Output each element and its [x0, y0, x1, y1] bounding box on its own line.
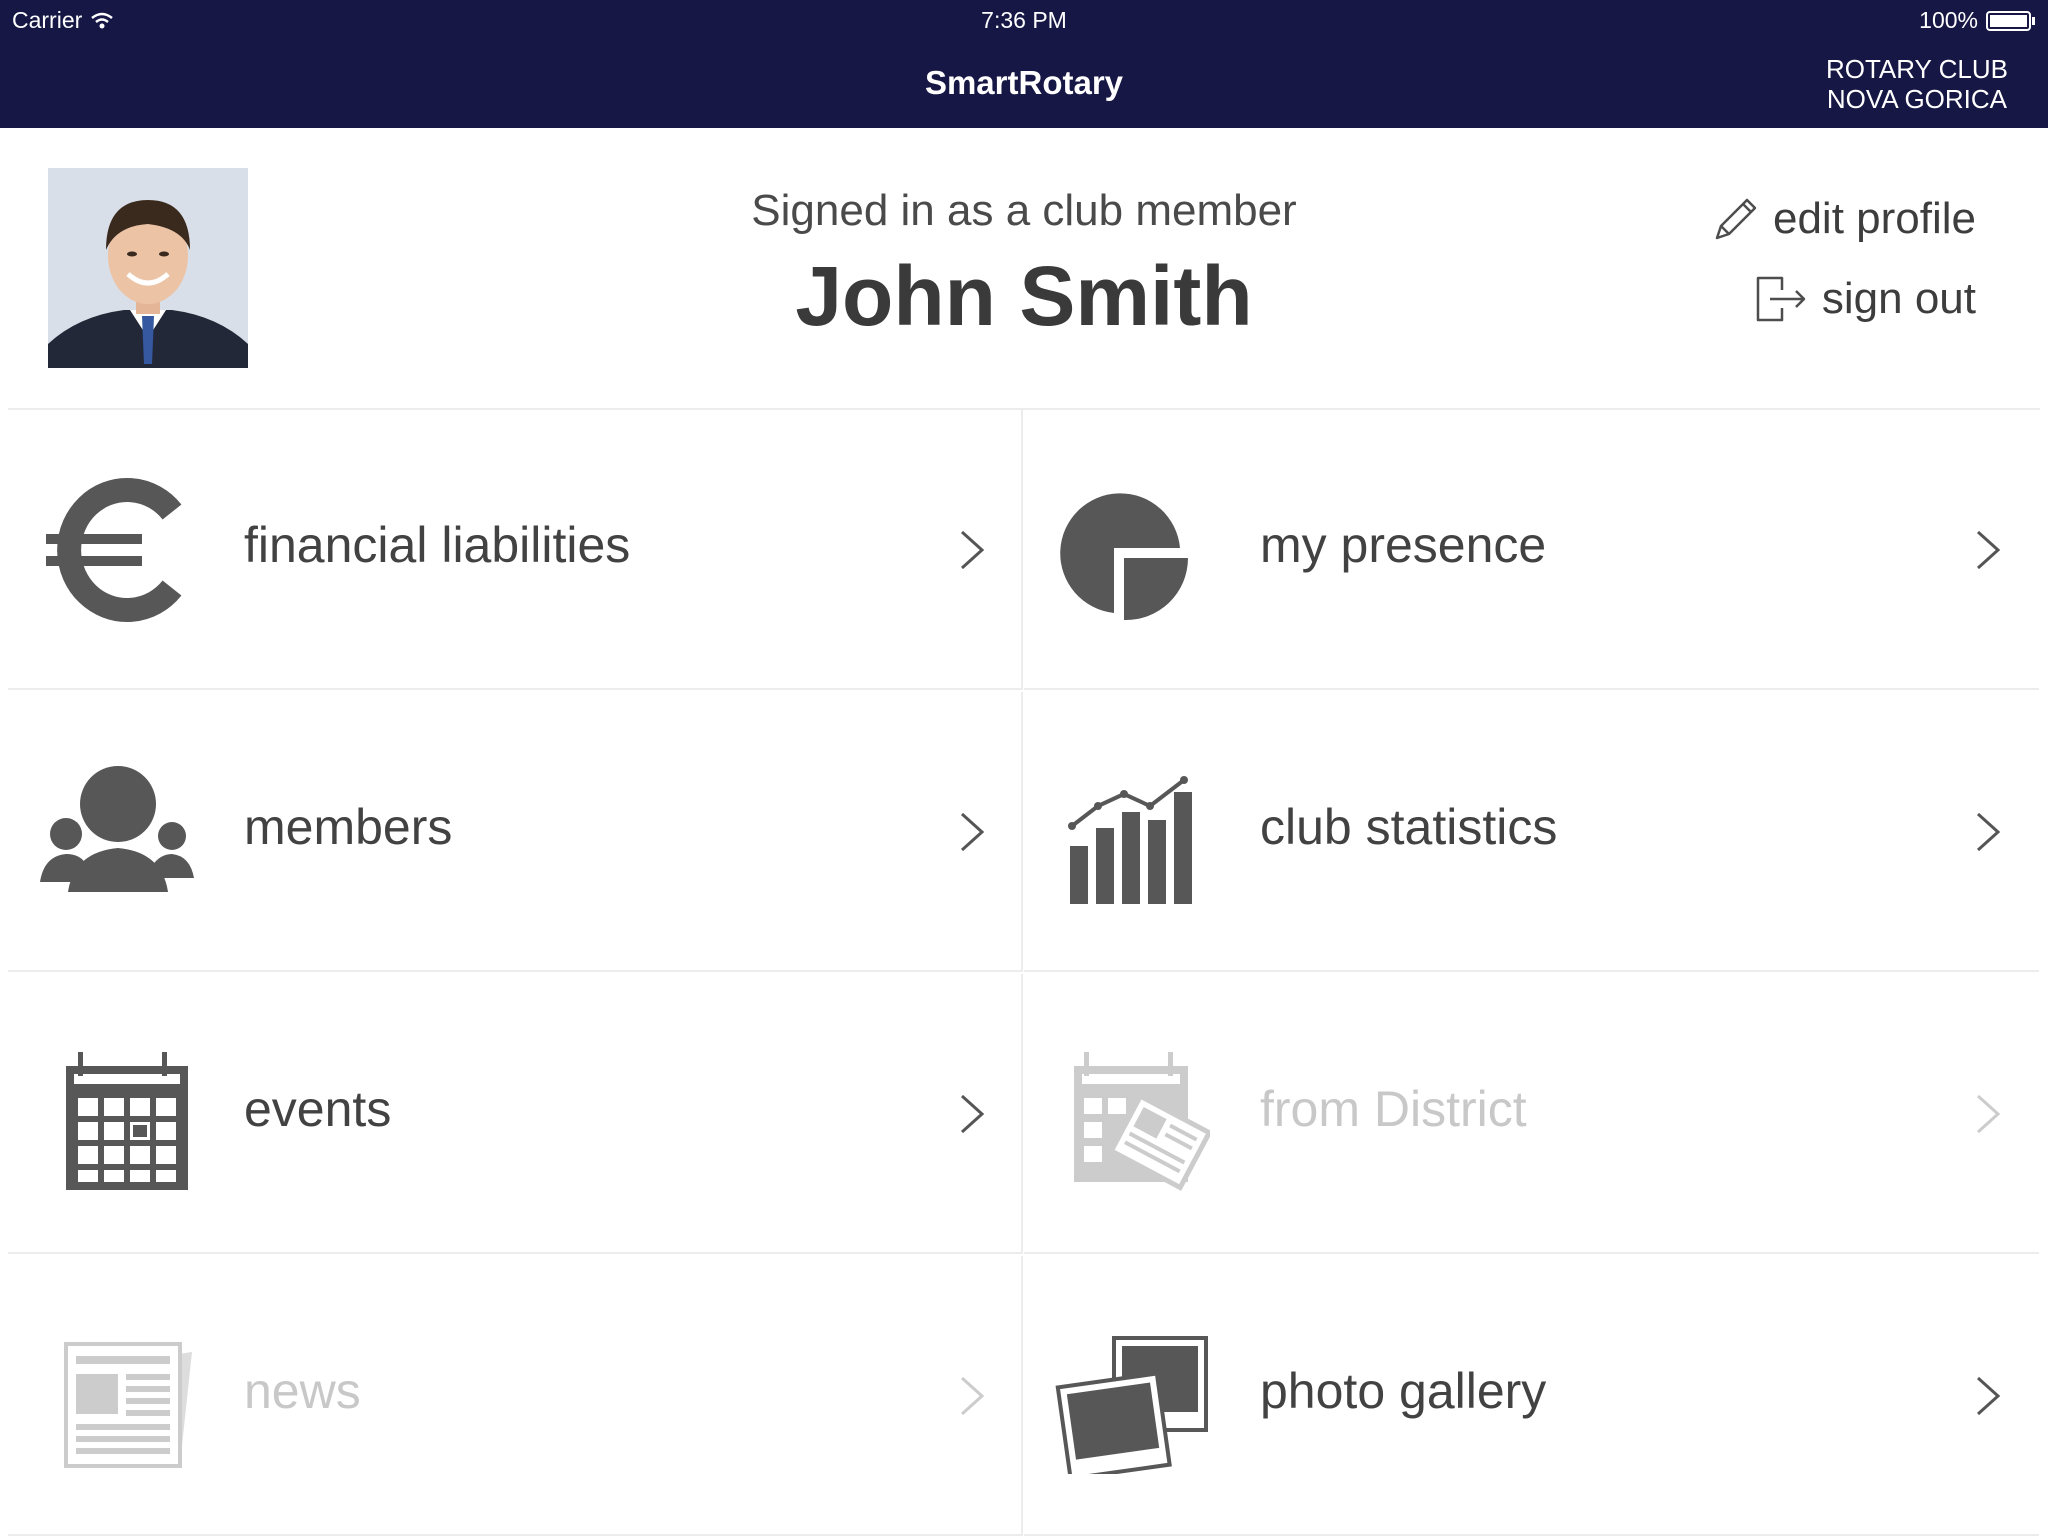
- menu-item-from-district[interactable]: from District: [1024, 974, 2039, 1254]
- bar-chart-icon: [1068, 776, 1192, 904]
- pencil-icon: [1715, 198, 1757, 240]
- euro-icon: [46, 478, 182, 622]
- calendar-icon: [66, 1052, 188, 1190]
- chevron-right-icon: [1976, 812, 2001, 852]
- members-icon: [40, 766, 194, 892]
- menu-item-label: events: [244, 1081, 392, 1137]
- menu-item-label: my presence: [1260, 517, 1547, 573]
- menu-item-label: financial liabilities: [244, 517, 631, 573]
- sign-out-label: sign out: [1821, 274, 1976, 323]
- chevron-right-icon: [960, 1094, 985, 1134]
- chevron-right-icon: [1976, 530, 2001, 570]
- district-icon: [1074, 1052, 1210, 1191]
- chevron-right-icon: [960, 1376, 985, 1416]
- menu-item-photo-gallery[interactable]: photo gallery: [1024, 1256, 2039, 1536]
- menu-item-members[interactable]: members: [8, 692, 1023, 972]
- menu-grid: financial liabilities my presence member…: [8, 410, 2040, 1536]
- menu-item-my-presence[interactable]: my presence: [1024, 410, 2039, 690]
- chevron-right-icon: [1976, 1094, 2001, 1134]
- navigation-bar: SmartRotary ROTARY CLUB NOVA GORICA: [0, 40, 2048, 128]
- user-name: John Smith: [795, 249, 1253, 343]
- chevron-right-icon: [960, 530, 985, 570]
- newspaper-icon: [64, 1342, 192, 1468]
- menu-item-label: members: [244, 799, 453, 855]
- menu-item-financial-liabilities[interactable]: financial liabilities: [8, 410, 1023, 690]
- sign-out-icon: [1756, 276, 1806, 322]
- chevron-right-icon: [1976, 1376, 2001, 1416]
- photo-gallery-icon: [1055, 1336, 1208, 1474]
- menu-item-label: from District: [1260, 1081, 1527, 1137]
- clock: 7:36 PM: [981, 7, 1067, 33]
- edit-profile-button[interactable]: edit profile: [1711, 194, 1976, 244]
- edit-profile-label: edit profile: [1772, 194, 1976, 243]
- battery-icon: [1986, 10, 2035, 31]
- chevron-right-icon: [960, 812, 985, 852]
- profile-header: Signed in as a club member John Smith ed…: [8, 128, 2040, 410]
- menu-item-label: news: [244, 1363, 361, 1419]
- battery-indicator: 100%: [1919, 7, 2036, 34]
- club-name-line1: ROTARY CLUB: [1825, 54, 2008, 84]
- club-name-line2: NOVA GORICA: [1826, 84, 2008, 114]
- pie-chart-icon: [1060, 493, 1188, 621]
- menu-item-label: photo gallery: [1260, 1363, 1547, 1419]
- status-bar: Carrier 7:36 PM 100%: [0, 0, 2048, 40]
- club-name: ROTARY CLUB NOVA GORICA: [1826, 54, 2008, 114]
- menu-item-events[interactable]: events: [8, 974, 1023, 1254]
- battery-percent: 100%: [1919, 7, 1978, 33]
- menu-item-label: club statistics: [1260, 799, 1558, 855]
- sign-out-button[interactable]: sign out: [1754, 274, 1976, 324]
- menu-item-news[interactable]: news: [8, 1256, 1023, 1536]
- main-content: Signed in as a club member John Smith ed…: [8, 128, 2040, 1536]
- app-title: SmartRotary: [924, 64, 1124, 101]
- menu-item-club-statistics[interactable]: club statistics: [1024, 692, 2039, 972]
